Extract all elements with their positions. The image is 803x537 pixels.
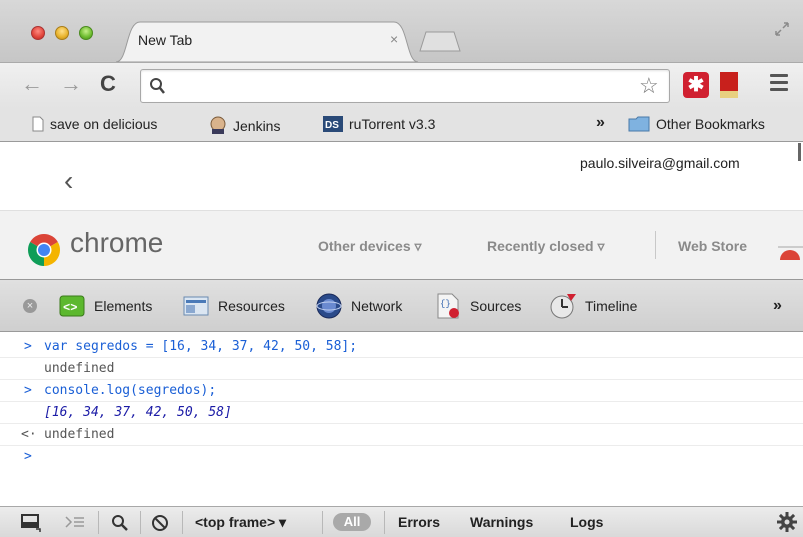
filter-all-button[interactable]: All bbox=[333, 513, 371, 531]
bookmark-save-on-delicious[interactable]: save on delicious bbox=[32, 116, 157, 132]
tab-label: Network bbox=[351, 298, 403, 314]
tab-label: Elements bbox=[94, 298, 153, 314]
close-window-button[interactable] bbox=[31, 26, 45, 40]
statusbar-divider bbox=[182, 511, 183, 534]
page-icon bbox=[32, 116, 44, 132]
show-console-drawer-icon[interactable] bbox=[64, 513, 86, 533]
resources-icon bbox=[183, 296, 209, 316]
browser-toolbar: ← → C ☆ ✱ bbox=[0, 62, 803, 108]
inspect-search-icon[interactable] bbox=[110, 513, 130, 533]
zoom-window-button[interactable] bbox=[79, 26, 93, 40]
omnibox[interactable]: ☆ bbox=[140, 69, 670, 103]
timeline-icon bbox=[550, 294, 576, 319]
bookmark-star-icon[interactable]: ☆ bbox=[639, 74, 659, 98]
jenkins-icon bbox=[210, 116, 226, 134]
recently-closed-menu[interactable]: Recently closed ▿ bbox=[487, 238, 605, 255]
console-command: console.log(segredos); bbox=[44, 383, 217, 398]
minimize-window-button[interactable] bbox=[55, 26, 69, 40]
console-panel[interactable]: > var segredos = [16, 34, 37, 42, 50, 58… bbox=[0, 332, 803, 506]
svg-text:{}: {} bbox=[440, 299, 451, 309]
new-tab-button[interactable] bbox=[418, 30, 462, 52]
console-line: [16, 34, 37, 42, 50, 58] bbox=[0, 402, 803, 424]
network-icon bbox=[316, 293, 342, 319]
bookmarks-overflow-button[interactable]: » bbox=[596, 114, 605, 132]
devtools-toolbar: × <> Elements Resources Network {} Sourc… bbox=[0, 279, 803, 332]
settings-gear-icon[interactable] bbox=[776, 511, 798, 533]
chrome-logo-icon bbox=[27, 234, 61, 266]
prompt-icon: > bbox=[24, 383, 32, 398]
bookmarks-bar: save on delicious Jenkins DS ruTorrent v… bbox=[0, 108, 803, 142]
statusbar-divider bbox=[140, 511, 141, 534]
statusbar-divider bbox=[322, 511, 323, 534]
search-icon bbox=[150, 78, 165, 94]
tab-strip: New Tab × bbox=[0, 0, 803, 62]
elements-icon: <> bbox=[59, 295, 85, 317]
statusbar-divider bbox=[98, 511, 99, 534]
bookmark-label: Jenkins bbox=[233, 118, 281, 134]
bookmark-rutorrent[interactable]: DS ruTorrent v3.3 bbox=[323, 116, 435, 132]
frame-selector[interactable]: <top frame> ▾ bbox=[195, 514, 286, 531]
forward-button[interactable]: → bbox=[60, 73, 82, 95]
other-bookmarks-button[interactable]: Other Bookmarks bbox=[628, 116, 765, 132]
ntp-footer: chrome Other devices ▿ Recently closed ▿… bbox=[0, 210, 803, 279]
close-devtools-icon[interactable]: × bbox=[23, 299, 37, 313]
console-return-value: undefined bbox=[44, 427, 115, 442]
console-command: var segredos = [16, 34, 37, 42, 50, 58]; bbox=[44, 339, 358, 354]
reload-button[interactable]: C bbox=[100, 73, 116, 95]
svg-text:<>: <> bbox=[63, 301, 77, 315]
back-button[interactable]: ← bbox=[21, 73, 43, 95]
folder-icon bbox=[628, 116, 650, 132]
svg-text:DS: DS bbox=[325, 120, 339, 131]
console-output: undefined bbox=[44, 361, 115, 376]
footer-divider bbox=[655, 231, 656, 259]
console-line: <· undefined bbox=[0, 424, 803, 446]
bookmark-label: save on delicious bbox=[50, 116, 158, 132]
extension-pdf-icon[interactable] bbox=[719, 71, 739, 99]
devtools-overflow-button[interactable]: » bbox=[773, 297, 782, 315]
bookmark-jenkins[interactable]: Jenkins bbox=[209, 116, 280, 134]
dock-icon[interactable] bbox=[20, 513, 42, 533]
rutorrent-icon: DS bbox=[323, 116, 343, 132]
prompt-icon: > bbox=[24, 449, 32, 464]
tab-new-tab[interactable]: New Tab × bbox=[116, 20, 418, 62]
fullscreen-icon[interactable] bbox=[773, 20, 791, 38]
prompt-icon: > bbox=[24, 339, 32, 354]
close-tab-icon[interactable]: × bbox=[390, 31, 398, 47]
tab-label: Timeline bbox=[585, 298, 638, 314]
console-input-line[interactable]: > bbox=[0, 446, 803, 468]
sources-icon: {} bbox=[437, 293, 459, 319]
ntp-previous-page-icon[interactable]: ‹ bbox=[64, 165, 73, 197]
clear-console-icon[interactable] bbox=[150, 513, 170, 533]
filter-logs-button[interactable]: Logs bbox=[570, 514, 603, 530]
web-store-link[interactable]: Web Store bbox=[678, 238, 747, 254]
scrollbar-thumb[interactable] bbox=[798, 143, 801, 161]
bookmark-label: ruTorrent v3.3 bbox=[349, 116, 436, 132]
tab-label: Sources bbox=[470, 298, 522, 314]
user-email[interactable]: paulo.silveira@gmail.com bbox=[580, 155, 740, 171]
console-line: > var segredos = [16, 34, 37, 42, 50, 58… bbox=[0, 336, 803, 358]
console-line: > console.log(segredos); bbox=[0, 380, 803, 402]
other-bookmarks-label: Other Bookmarks bbox=[656, 116, 765, 132]
devtools-statusbar: <top frame> ▾ All Errors Warnings Logs bbox=[0, 506, 803, 537]
new-tab-page: paulo.silveira@gmail.com ‹ chrome Other … bbox=[0, 143, 803, 279]
console-log-output: [16, 34, 37, 42, 50, 58] bbox=[44, 405, 232, 420]
extension-asterisk-icon[interactable]: ✱ bbox=[683, 72, 709, 98]
tab-label: Resources bbox=[218, 298, 285, 314]
web-store-icon[interactable] bbox=[778, 246, 803, 260]
return-arrow-icon: <· bbox=[21, 427, 37, 442]
other-devices-menu[interactable]: Other devices ▿ bbox=[318, 238, 422, 255]
tab-title: New Tab bbox=[138, 32, 193, 48]
console-line: undefined bbox=[0, 358, 803, 380]
statusbar-divider bbox=[384, 511, 385, 534]
filter-errors-button[interactable]: Errors bbox=[398, 514, 440, 530]
address-input[interactable] bbox=[171, 76, 631, 96]
menu-icon[interactable] bbox=[770, 74, 788, 95]
filter-warnings-button[interactable]: Warnings bbox=[470, 514, 533, 530]
chrome-brand-text: chrome bbox=[70, 227, 164, 258]
